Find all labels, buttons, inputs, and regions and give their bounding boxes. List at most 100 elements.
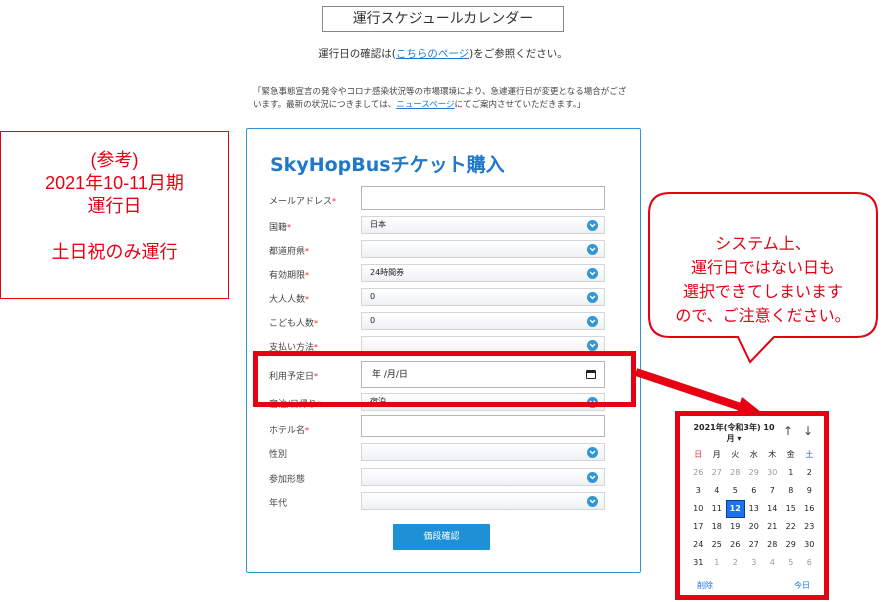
calendar-clear-button[interactable]: 削除 — [697, 580, 713, 591]
notice-text: 「緊急事態宣言の発令やコロナ感染状況等の市場環境により、急遽運行日が変更となる場… — [253, 86, 633, 112]
weekday-label: 水 — [749, 450, 758, 459]
calendar-day[interactable]: 23 — [800, 518, 819, 536]
calendar-today-button[interactable]: 今日 — [794, 580, 810, 591]
nationality-select[interactable]: 日本 — [361, 216, 605, 234]
chevron-down-icon — [587, 472, 598, 483]
validity-select[interactable]: 24時間券 — [361, 264, 605, 282]
calendar-day[interactable]: 19 — [726, 518, 745, 536]
weekday-label: 木 — [768, 450, 777, 459]
calendar-day[interactable]: 28 — [726, 464, 745, 482]
adults-select[interactable]: 0 — [361, 288, 605, 306]
calendar-day[interactable]: 26 — [689, 464, 708, 482]
calendar-week-row: 17 18 19 20 21 22 23 — [689, 518, 819, 536]
calendar-day[interactable]: 16 — [800, 500, 819, 518]
calendar-day[interactable]: 15 — [782, 500, 801, 518]
children-select[interactable]: 0 — [361, 312, 605, 330]
calendar-day[interactable]: 10 — [689, 500, 708, 518]
calendar-day[interactable]: 31 — [689, 554, 708, 572]
weekday-label: 金 — [786, 450, 795, 459]
calendar-day[interactable]: 9 — [800, 482, 819, 500]
nationality-value: 日本 — [370, 220, 386, 229]
label-email: メールアドレス* — [269, 197, 337, 207]
calendar-day[interactable]: 30 — [763, 464, 782, 482]
calendar-day[interactable]: 1 — [708, 554, 727, 572]
age-group-select[interactable] — [361, 492, 605, 510]
calendar-day[interactable]: 3 — [745, 554, 764, 572]
calendar-day[interactable]: 6 — [800, 554, 819, 572]
form-heading: SkyHopBusチケット購入 — [270, 154, 505, 176]
calendar-day[interactable]: 4 — [708, 482, 727, 500]
calendar-day[interactable]: 13 — [745, 500, 764, 518]
calendar-day[interactable]: 28 — [763, 536, 782, 554]
subtitle-pre: 運行日の確認は( — [318, 48, 396, 60]
calendar-day[interactable]: 5 — [726, 482, 745, 500]
calendar-week-row: 10 11 12 13 14 15 16 — [689, 500, 819, 518]
participation-select[interactable] — [361, 468, 605, 486]
weekday-header-row: 日月 火水 木金 土 — [689, 446, 819, 464]
calendar-day[interactable]: 2 — [800, 464, 819, 482]
calendar-day[interactable]: 24 — [689, 536, 708, 554]
calendar-month-selector[interactable]: 2021年(令和3年) 10 月 ▾ — [689, 422, 779, 444]
calendar-day[interactable]: 29 — [782, 536, 801, 554]
calendar-day[interactable]: 25 — [708, 536, 727, 554]
weekday-label: 日 — [694, 450, 703, 459]
calendar-page-link[interactable]: こちらのページ — [396, 48, 469, 60]
label-nationality: 国籍* — [269, 223, 292, 233]
calendar-week-row: 26 27 28 29 30 1 2 — [689, 464, 819, 482]
calendar-week-row: 3456789 — [689, 482, 819, 500]
calendar-day[interactable]: 14 — [763, 500, 782, 518]
calendar-day[interactable]: 7 — [763, 482, 782, 500]
news-page-link[interactable]: ニュースページ — [396, 100, 454, 110]
weekday-label: 火 — [731, 450, 740, 459]
callout-line: ので、ご注意ください。 — [675, 308, 851, 325]
calendar-week-row: 31 1 2 3 4 5 6 — [689, 554, 819, 572]
calendar-day[interactable]: 5 — [782, 554, 801, 572]
hotel-input[interactable] — [361, 415, 605, 437]
calendar-month-label: 2021年(令和3年) 10 — [693, 423, 775, 432]
calendar-day[interactable]: 30 — [800, 536, 819, 554]
callout-line: システム上、 — [715, 236, 811, 253]
arrow-down-icon[interactable]: ↓ — [803, 424, 813, 438]
calendar-day[interactable]: 26 — [726, 536, 745, 554]
page-title: 運行スケジュールカレンダー — [322, 6, 564, 32]
calendar-day[interactable]: 4 — [763, 554, 782, 572]
calendar-day[interactable]: 11 — [708, 500, 727, 518]
email-input[interactable] — [361, 186, 605, 210]
required-mark: * — [305, 295, 310, 304]
label-children: こども人数* — [269, 319, 319, 329]
calendar-day[interactable]: 6 — [745, 482, 764, 500]
calendar-day[interactable]: 27 — [708, 464, 727, 482]
calendar-day[interactable]: 21 — [763, 518, 782, 536]
label-validity: 有効期限* — [269, 271, 310, 281]
reference-line: 土日祝のみ運行 — [51, 242, 178, 262]
validity-value: 24時間券 — [370, 268, 405, 277]
calendar-day[interactable]: 1 — [782, 464, 801, 482]
calendar-day[interactable]: 8 — [782, 482, 801, 500]
chevron-down-icon — [587, 244, 598, 255]
calendar-day[interactable]: 29 — [745, 464, 764, 482]
required-mark: * — [305, 271, 310, 280]
price-check-button[interactable]: 価段確認 — [393, 524, 490, 550]
calendar-day[interactable]: 2 — [726, 554, 745, 572]
notice-post: にてご案内させていただきます。」 — [454, 100, 586, 110]
calendar-day[interactable]: 18 — [708, 518, 727, 536]
chevron-down-icon — [587, 292, 598, 303]
reference-line: 2021年10-11月期 — [45, 173, 184, 193]
prefecture-select[interactable] — [361, 240, 605, 258]
calendar-day[interactable]: 27 — [745, 536, 764, 554]
calendar-day[interactable]: 17 — [689, 518, 708, 536]
calendar-week-row: 24 25 26 27 28 29 30 — [689, 536, 819, 554]
gender-select[interactable] — [361, 443, 605, 461]
chevron-down-icon — [587, 268, 598, 279]
chevron-down-icon — [587, 496, 598, 507]
arrow-up-icon[interactable]: ↑ — [783, 424, 793, 438]
subtitle: 運行日の確認は(こちらのページ)をご参照ください。 — [0, 46, 886, 61]
reference-schedule-box: (参考) 2021年10-11月期 運行日 土日祝のみ運行 — [0, 131, 229, 299]
calendar-month-dropdown: 月 ▾ — [726, 434, 742, 443]
callout-line: 選択できてしまいます — [682, 284, 843, 301]
calendar-day[interactable]: 22 — [782, 518, 801, 536]
calendar-day[interactable]: 20 — [745, 518, 764, 536]
calendar-day[interactable]: 3 — [689, 482, 708, 500]
calendar-day-selected[interactable]: 12 — [726, 500, 745, 518]
weekday-label: 土 — [805, 450, 814, 459]
